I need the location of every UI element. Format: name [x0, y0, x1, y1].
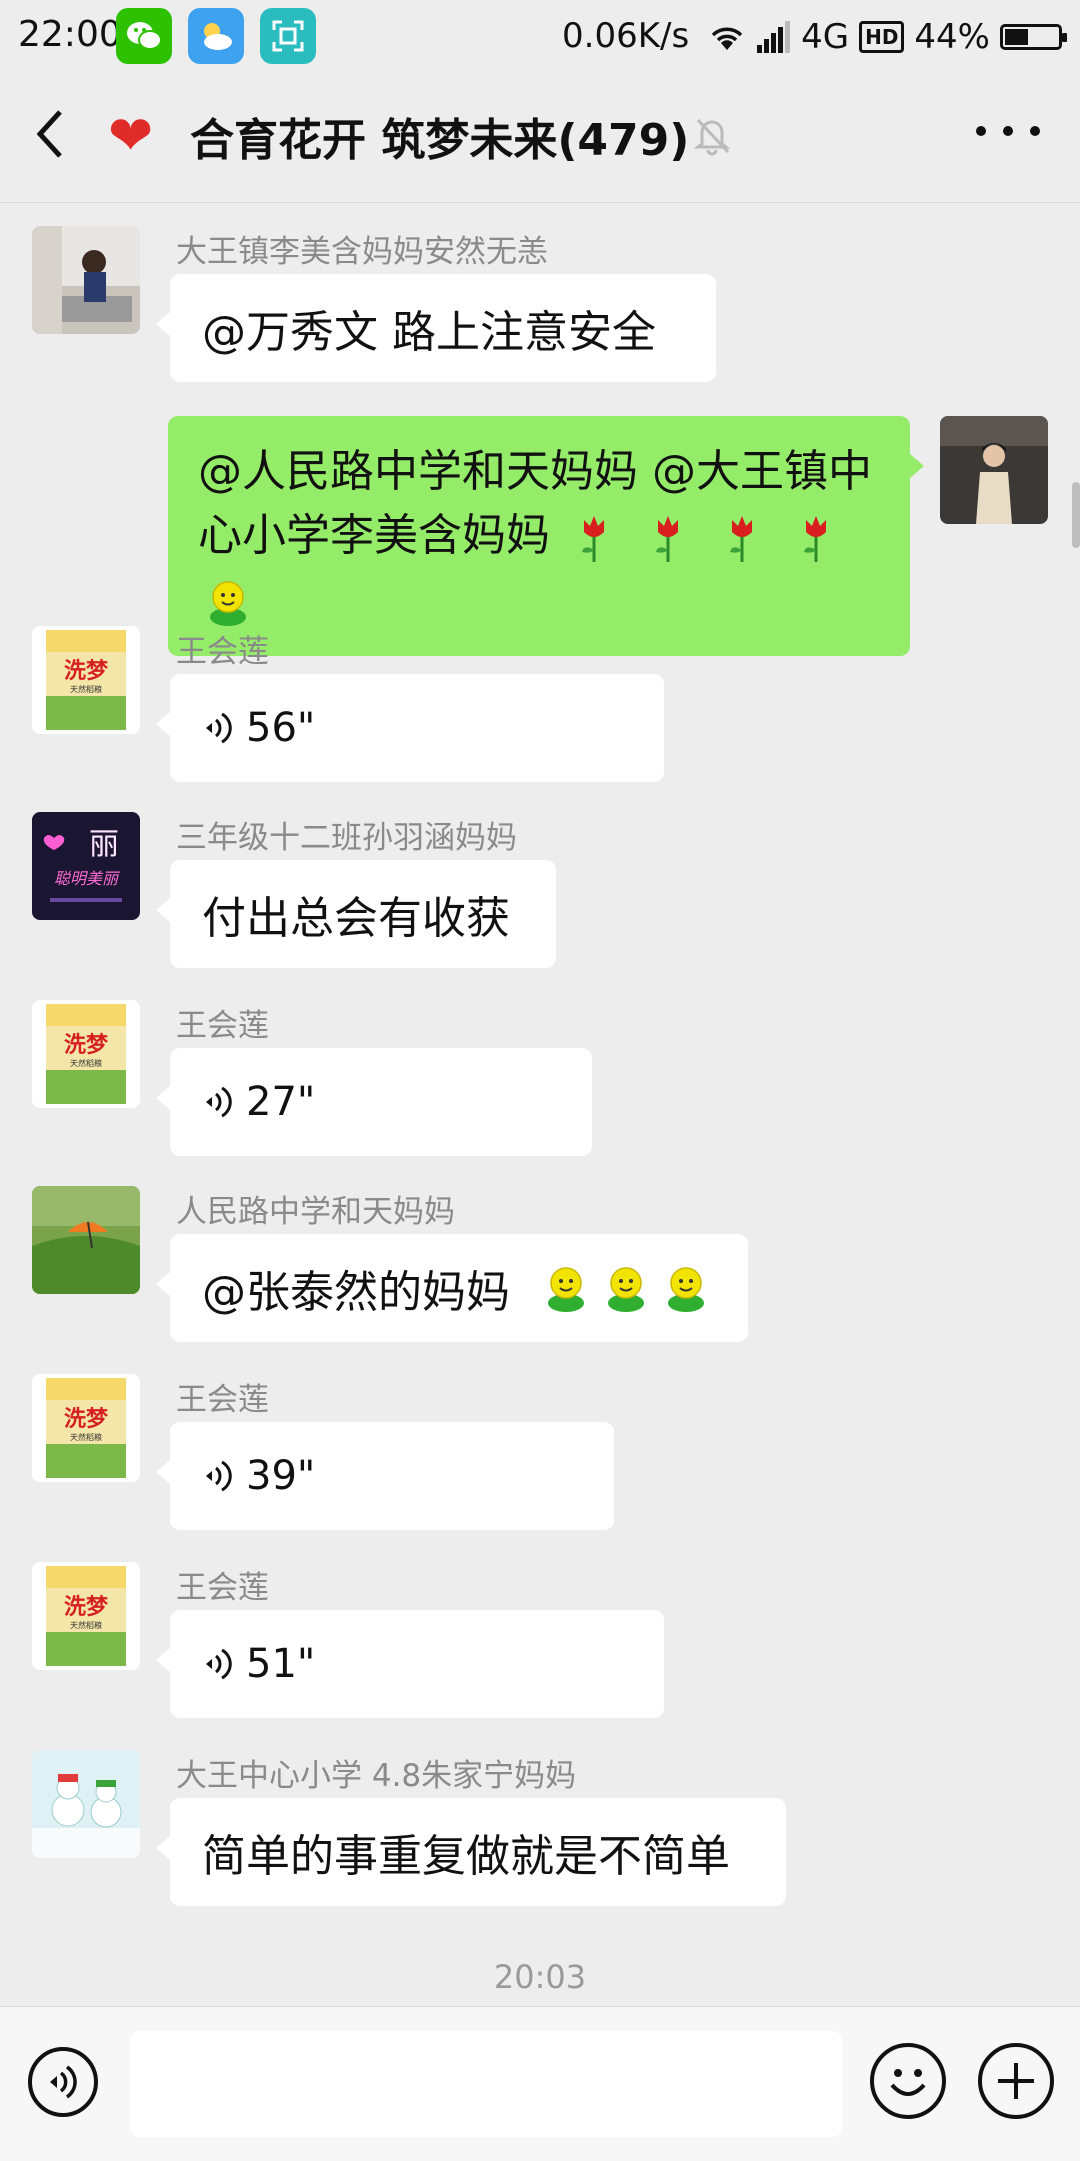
chat-timestamp: 20:03 [493, 1958, 587, 1996]
message-text: @人民路中学和天妈妈 @大王镇中心小学李美含妈妈 [198, 446, 872, 561]
avatar[interactable] [32, 226, 140, 334]
signal-icon [757, 21, 791, 53]
rose-emoji [644, 512, 692, 564]
smiley-emoji [662, 1263, 710, 1313]
li-text: 丽 [89, 827, 119, 862]
battery-icon [1000, 24, 1067, 50]
network-type: 4G [801, 17, 850, 57]
voice-wave-icon [206, 712, 232, 744]
battery-percent: 44% [914, 17, 990, 57]
chevron-left-icon [36, 110, 62, 158]
avatar[interactable]: 丽聪明美丽 [32, 812, 140, 920]
avatar[interactable]: 洗梦 天然稻粮 [32, 626, 140, 734]
smiley-emoji [602, 1263, 650, 1313]
message-text: @万秀文 路上注意安全 [202, 307, 656, 358]
rice-bag-text: 洗梦 [64, 1406, 109, 1432]
rice-bag-small-text: 天然稻粮 [70, 1058, 102, 1068]
rice-bag-small-text: 天然稻粮 [70, 684, 102, 694]
message-bubble[interactable]: @张泰然的妈妈 [156, 1234, 748, 1342]
wifi-icon [711, 27, 743, 50]
message-input[interactable] [130, 2031, 842, 2137]
avatar[interactable]: 洗梦 天然稻粮 [32, 1562, 140, 1670]
voice-duration: 27" [246, 1079, 316, 1125]
voice-bubble[interactable]: 27" [156, 1048, 592, 1156]
weather-icon [188, 8, 244, 64]
chat-title[interactable]: 合育花开 筑梦未来(479) [190, 104, 689, 168]
message-bubble[interactable]: 简单的事重复做就是不简单 [156, 1798, 786, 1906]
smiley-emoji [204, 577, 252, 627]
sender-name: 王会莲 [176, 1008, 269, 1044]
voice-bubble[interactable]: 39" [156, 1422, 614, 1530]
wechat-icon [116, 8, 172, 64]
voice-wave-icon [206, 1460, 232, 1492]
voice-duration: 56" [246, 705, 316, 751]
message-text: @张泰然的妈妈 [202, 1267, 510, 1318]
hd-badge: HD [859, 21, 905, 53]
message-bubble[interactable]: @人民路中学和天妈妈 @大王镇中心小学李美含妈妈 [168, 416, 924, 656]
sender-name: 王会莲 [176, 1382, 269, 1418]
input-bar [0, 2006, 1080, 2161]
message-text: 简单的事重复做就是不简单 [202, 1831, 730, 1882]
rice-bag-text: 洗梦 [64, 1032, 109, 1058]
message-text: 付出总会有收获 [202, 893, 510, 944]
rose-emoji [792, 512, 840, 564]
voice-wave-icon [206, 1086, 232, 1118]
network-speed: 0.06K/s [562, 16, 690, 56]
rice-bag-text: 洗梦 [64, 1594, 109, 1620]
voice-wave-icon [206, 1648, 232, 1680]
sender-name: 王会莲 [176, 634, 269, 670]
scan-icon [260, 8, 316, 64]
rice-bag-small-text: 天然稻粮 [70, 1620, 102, 1630]
sender-name: 大王中心小学 4.8朱家宁妈妈 [176, 1758, 577, 1794]
chat-header: ❤ 合育花开 筑梦未来(479) [0, 74, 1080, 203]
rose-emoji [718, 512, 766, 564]
smiley-emoji [542, 1263, 590, 1313]
avatar[interactable] [32, 1750, 140, 1858]
voice-mode-icon [50, 2065, 77, 2099]
sender-name: 王会莲 [176, 1570, 269, 1606]
heart-emoji: ❤ [108, 104, 154, 167]
status-bar: 22:00 0.06K/s 4G HD 44% [0, 0, 1080, 74]
voice-bubble[interactable]: 56" [156, 674, 664, 782]
rice-bag-small-text: 天然稻粮 [70, 1432, 102, 1442]
emoji-button[interactable] [870, 2043, 946, 2119]
plus-icon[interactable] [978, 2043, 1054, 2119]
status-time: 22:00 [18, 14, 122, 55]
voice-duration: 51" [246, 1641, 316, 1687]
avatar[interactable]: 洗梦 天然稻粮 [32, 1000, 140, 1108]
status-right: 4G HD 44% [707, 12, 1067, 62]
back-button[interactable] [30, 104, 90, 174]
rose-emoji [570, 512, 618, 564]
message-bubble[interactable]: @万秀文 路上注意安全 [156, 274, 716, 382]
avatar[interactable]: 洗梦 天然稻粮 [32, 1374, 140, 1482]
sender-name: 三年级十二班孙羽涵妈妈 [176, 820, 517, 856]
li-script-text: 聪明美丽 [54, 869, 121, 888]
bell-off-icon [693, 118, 731, 156]
sender-name: 大王镇李美含妈妈安然无恙 [176, 234, 548, 270]
rice-bag-text: 洗梦 [64, 658, 109, 684]
scrollbar[interactable] [1072, 482, 1080, 548]
avatar[interactable] [32, 1186, 140, 1294]
sender-name: 人民路中学和天妈妈 [176, 1194, 455, 1230]
more-dots-icon[interactable] [976, 126, 1040, 146]
message-bubble[interactable]: 付出总会有收获 [156, 860, 556, 968]
battery-fill [1005, 29, 1028, 45]
emoji-icon [890, 2069, 926, 2096]
voice-duration: 39" [246, 1453, 316, 1499]
voice-mode-button[interactable] [28, 2047, 98, 2117]
voice-bubble[interactable]: 51" [156, 1610, 664, 1718]
avatar-self[interactable] [940, 416, 1048, 524]
